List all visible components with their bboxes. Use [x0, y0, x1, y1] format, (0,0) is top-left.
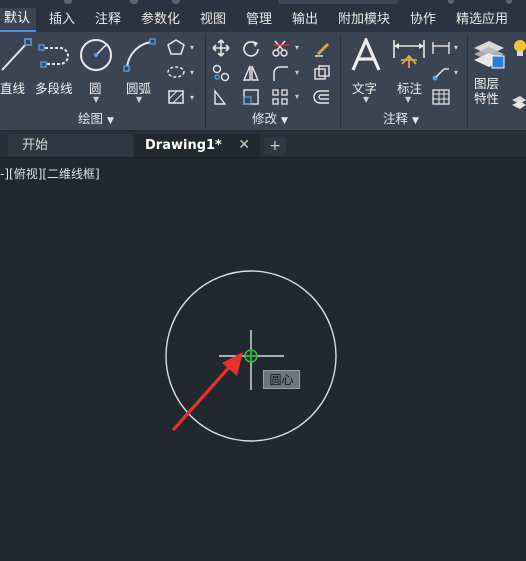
- center-snap-marker: [244, 349, 258, 363]
- osnap-tooltip: 圆心: [263, 370, 300, 389]
- drawing-overlay: [165, 270, 337, 442]
- red-arrow-annotation: [172, 352, 243, 431]
